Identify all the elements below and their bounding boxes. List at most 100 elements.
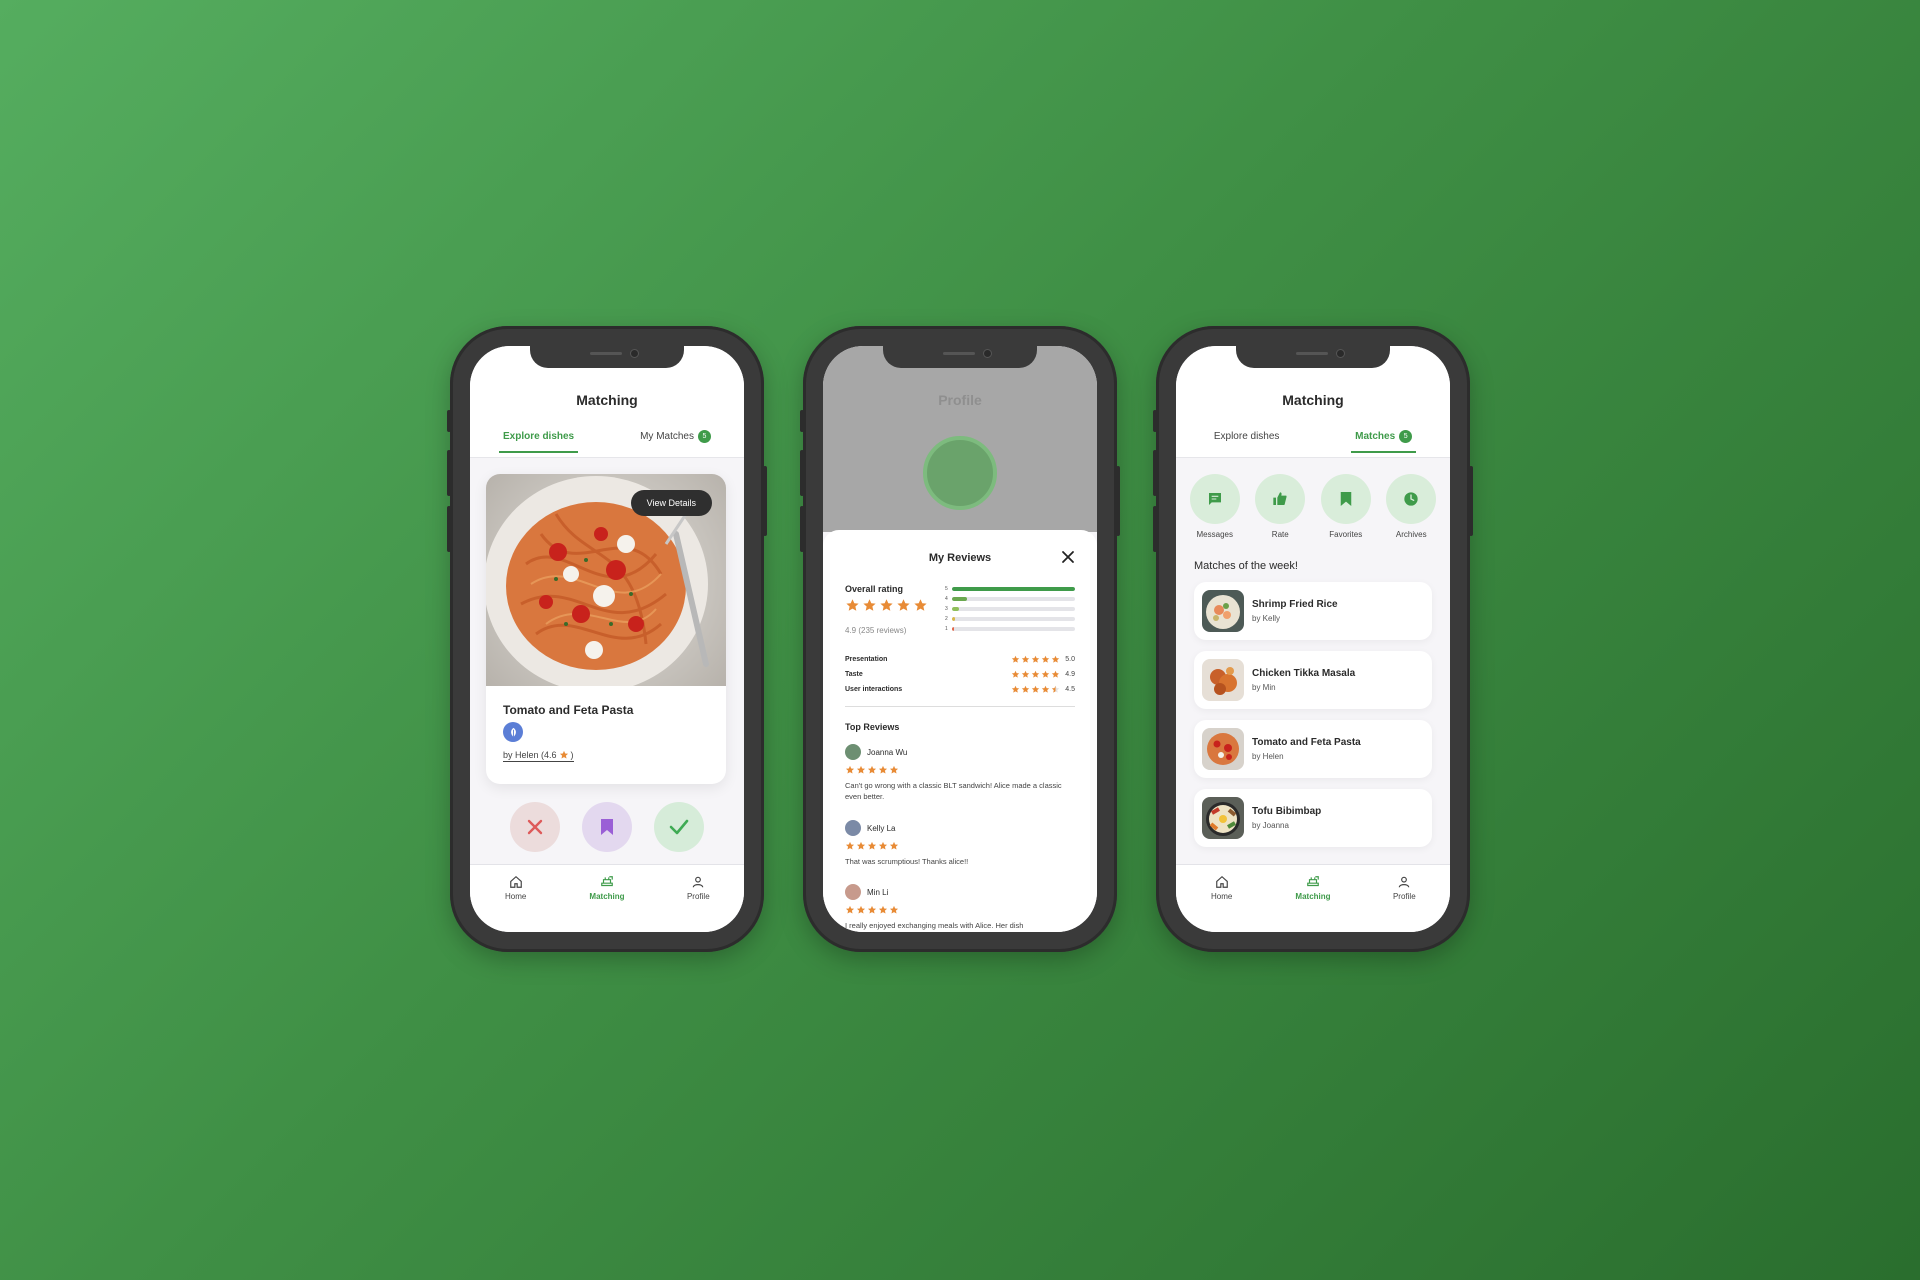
star-icon — [878, 765, 888, 774]
user-icon — [693, 876, 704, 888]
distribution-star-label: 3 — [945, 606, 948, 612]
rating-distribution: 5 4 3 2 1 — [945, 584, 1075, 634]
vegetarian-icon — [503, 722, 523, 742]
messages-button[interactable]: Messages — [1189, 474, 1240, 539]
nav-profile[interactable]: Profile — [1369, 875, 1439, 932]
notch — [1236, 346, 1390, 368]
page-title: Profile — [938, 392, 982, 408]
star-icon — [889, 765, 899, 774]
screen: Matching Explore dishes Matches 5 Messag… — [1176, 346, 1450, 932]
distribution-bar — [951, 597, 967, 601]
reviews-sheet: My Reviews Overall rating 4.9 (235 revie… — [823, 530, 1097, 932]
bottom-nav: Home Matching Profile — [1176, 864, 1450, 932]
star-icon — [1052, 655, 1060, 663]
favorites-button[interactable]: Favorites — [1320, 474, 1371, 539]
quick-actions: Messages Rate Favorites Archives — [1176, 474, 1450, 539]
overall-stars — [845, 598, 928, 613]
bookmark-icon — [1340, 492, 1351, 506]
dish-card[interactable]: View Details Tomato and Feta Pasta by He… — [486, 474, 726, 784]
criteria-row: Taste 4.9 — [845, 667, 1075, 682]
list-item[interactable]: Chicken Tikka Masala by Min — [1194, 651, 1432, 709]
list-item[interactable]: Shrimp Fried Rice by Kelly — [1194, 582, 1432, 640]
dishes-icon — [601, 876, 613, 887]
star-icon — [856, 841, 866, 850]
dish-author-link[interactable]: by Helen (4.6 ) — [503, 750, 574, 762]
clock-icon — [1404, 492, 1418, 506]
star-icon — [1042, 655, 1050, 663]
criteria-label: User interactions — [845, 686, 903, 693]
star-icon — [856, 765, 866, 774]
divider — [845, 706, 1075, 707]
reviews-count: 4.9 (235 reviews) — [845, 626, 907, 635]
avatar — [845, 744, 861, 760]
distribution-row-3: 3 — [945, 604, 1075, 614]
distribution-bar — [951, 607, 960, 611]
criteria-score: 4.9 — [1065, 671, 1075, 678]
star-icon — [1042, 670, 1050, 678]
review-stars — [845, 841, 1075, 851]
star-icon — [878, 905, 888, 914]
archives-button[interactable]: Archives — [1386, 474, 1437, 539]
star-icon — [845, 765, 855, 774]
star-icon — [914, 599, 927, 611]
dimmed-profile-background: Profile — [823, 346, 1097, 532]
tab-my-matches[interactable]: My Matches 5 — [636, 430, 715, 453]
nav-matching[interactable]: Matching — [1278, 875, 1348, 932]
avatar — [923, 436, 997, 510]
view-details-button[interactable]: View Details — [630, 490, 712, 516]
star-icon — [1012, 655, 1020, 663]
nav-home[interactable]: Home — [1187, 875, 1257, 932]
review-item: Kelly La That was scrumptious! Thanks al… — [845, 820, 1075, 867]
close-icon[interactable] — [1061, 550, 1075, 564]
match-list: Shrimp Fried Rice by Kelly Chicken Tikka … — [1194, 582, 1432, 858]
bookmark-icon — [601, 819, 613, 835]
star-icon — [559, 750, 568, 759]
dishes-icon — [1307, 876, 1319, 887]
nav-home[interactable]: Home — [481, 875, 551, 932]
dish-thumbnail — [1202, 728, 1244, 770]
nav-matching[interactable]: Matching — [572, 875, 642, 932]
nav-profile[interactable]: Profile — [663, 875, 733, 932]
star-icon — [889, 841, 899, 850]
tab-matches[interactable]: Matches 5 — [1351, 430, 1417, 453]
tab-explore-dishes[interactable]: Explore dishes — [1210, 430, 1284, 453]
criteria-label: Presentation — [845, 656, 888, 663]
phone-explore: Matching Explore dishes My Matches 5 Vie… — [447, 326, 767, 952]
tab-explore-dishes[interactable]: Explore dishes — [498, 430, 579, 453]
criteria-label: Taste — [845, 671, 863, 678]
star-icon — [1032, 685, 1040, 693]
star-icon — [1052, 670, 1060, 678]
action-row — [470, 802, 744, 852]
distribution-star-label: 4 — [945, 596, 948, 602]
list-item[interactable]: Tofu Bibimbap by Joanna — [1194, 789, 1432, 847]
star-icon — [863, 599, 876, 611]
star-icon — [1022, 670, 1030, 678]
star-icon — [1052, 685, 1060, 693]
save-button[interactable] — [582, 802, 632, 852]
star-icon — [897, 599, 910, 611]
review-stars — [845, 765, 1075, 775]
star-icon — [845, 905, 855, 914]
star-icon — [889, 905, 899, 914]
rate-button[interactable]: Rate — [1255, 474, 1306, 539]
message-icon — [1208, 493, 1221, 505]
avatar — [845, 884, 861, 900]
thumbs-up-icon — [1273, 492, 1287, 505]
star-icon — [867, 905, 877, 914]
reject-button[interactable] — [510, 802, 560, 852]
overall-rating-label: Overall rating — [845, 584, 904, 594]
dish-thumbnail — [1202, 590, 1244, 632]
review-item: Min Li I really enjoyed exchanging meals… — [845, 884, 1075, 931]
accept-button[interactable] — [654, 802, 704, 852]
distribution-star-label: 2 — [945, 616, 948, 622]
star-icon — [1032, 655, 1040, 663]
star-icon — [867, 765, 877, 774]
screen: Matching Explore dishes My Matches 5 Vie… — [470, 346, 744, 932]
criteria-score: 4.5 — [1065, 686, 1075, 693]
distribution-star-label: 1 — [945, 626, 948, 632]
tab-bar: Explore dishes Matches 5 — [1176, 430, 1450, 453]
top-reviews-heading: Top Reviews — [845, 722, 900, 732]
phone-reviews: Profile My Reviews Overall rating 4.9 (2… — [800, 326, 1120, 952]
list-item[interactable]: Tomato and Feta Pasta by Helen — [1194, 720, 1432, 778]
x-icon — [527, 819, 543, 835]
